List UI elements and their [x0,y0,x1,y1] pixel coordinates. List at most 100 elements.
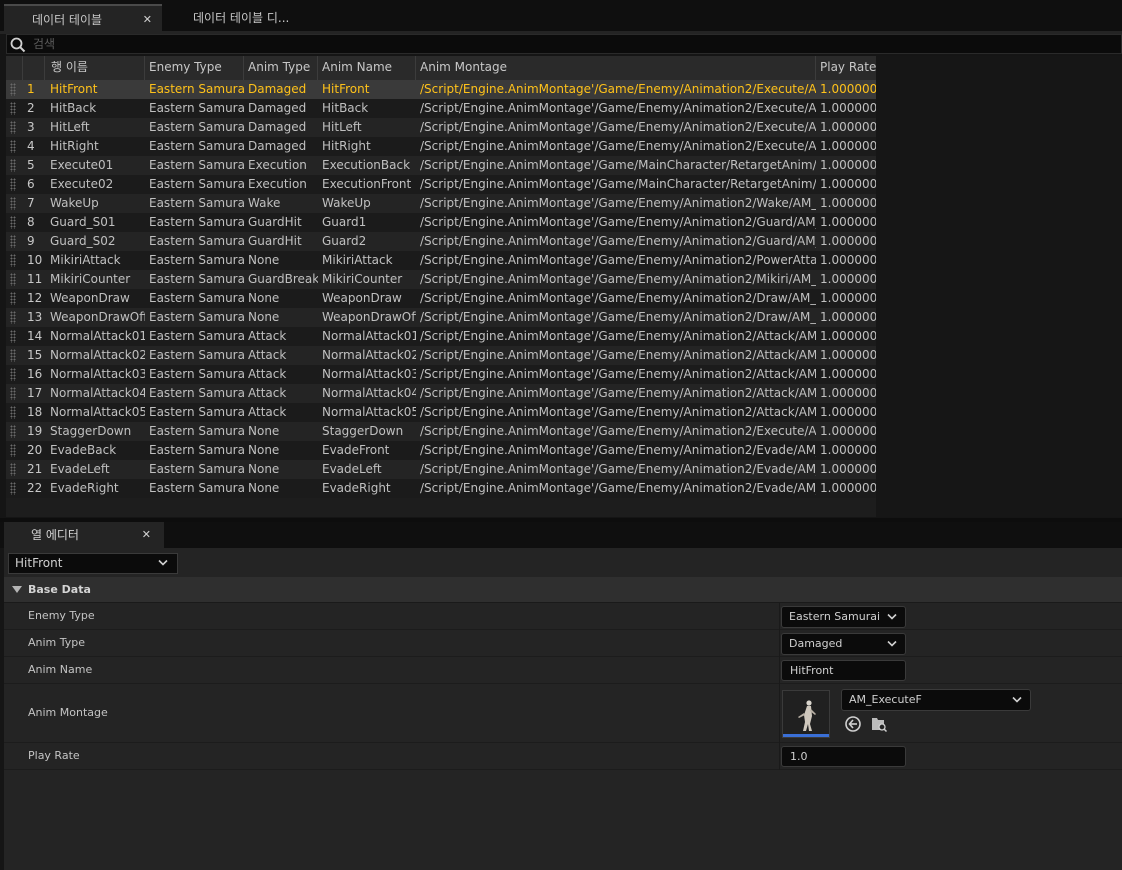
table-row[interactable]: 15 NormalAttack02 Eastern Samurai Attack Nor… [6,346,876,365]
row-grip-icon[interactable] [10,159,16,172]
row-grip-icon[interactable] [10,102,16,115]
close-icon[interactable]: ✕ [142,522,151,548]
table-row[interactable]: 21 EvadeLeft Eastern Samurai None EvadeLeft /… [6,460,876,479]
row-grip-icon[interactable] [10,330,16,343]
header-play-rate[interactable]: Play Rate [816,56,876,80]
tab-data-table-details[interactable]: 데이터 테이블 디... [165,4,325,34]
cell-index: 9 [27,234,35,248]
anim-type-dropdown[interactable]: Damaged [781,633,906,655]
row-grip-icon[interactable] [10,235,16,248]
table-row[interactable]: 2 HitBack Eastern Samurai Damaged HitBack/Sc… [6,99,876,118]
cell-anim-montage: /Script/Engine.AnimMontage'/Game/Enemy/A… [420,481,816,495]
cell-enemy-type: Eastern Samurai [149,120,244,134]
row-grip-icon[interactable] [10,311,16,324]
column-divider[interactable] [779,603,780,770]
table-row[interactable]: 1 HitFront Eastern Samurai Damaged HitFront /… [6,80,876,99]
table-row[interactable]: 13 WeaponDrawOff Eastern Samurai None Weapon… [6,308,876,327]
row-grip-icon[interactable] [10,216,16,229]
row-grip-icon[interactable] [10,178,16,191]
table-row[interactable]: 17 NormalAttack04 Eastern Samurai Attack Nor… [6,384,876,403]
table-row[interactable]: 16 NormalAttack03 Eastern Samurai Attack Nor… [6,365,876,384]
row-grip-icon[interactable] [10,273,16,286]
table-row[interactable]: 20 EvadeBack Eastern Samurai None EvadeFront… [6,441,876,460]
header-anim-type[interactable]: Anim Type [244,56,318,80]
cell-anim-name: EvadeLeft [322,462,382,476]
table-row[interactable]: 12 WeaponDraw Eastern Samurai None WeaponDra… [6,289,876,308]
close-icon[interactable]: ✕ [143,6,152,34]
cell-row-name: Guard_S01 [50,215,116,229]
cell-anim-montage: /Script/Engine.AnimMontage'/Game/Enemy/A… [420,462,816,476]
table-row[interactable]: 5 Execute01 Eastern Samurai Execution Execut… [6,156,876,175]
row-grip-icon[interactable] [10,349,16,362]
row-selector-dropdown[interactable]: HitFront [8,553,178,574]
row-grip-icon[interactable] [10,197,16,210]
chevron-down-icon [158,559,168,566]
collapse-triangle-icon[interactable] [12,586,22,593]
cell-enemy-type: Eastern Samurai [149,82,244,96]
cell-anim-montage: /Script/Engine.AnimMontage'/Game/MainCha… [420,158,816,172]
tab-label: 열 에디터 [31,528,79,542]
table-row[interactable]: 3 HitLeft Eastern Samurai Damaged HitLeft/Sc… [6,118,876,137]
row-grip-icon[interactable] [10,463,16,476]
table-row[interactable]: 6 Execute02 Eastern Samurai Execution Execut… [6,175,876,194]
cell-index: 10 [27,253,43,267]
cell-play-rate: 1.000000 [820,424,876,438]
play-rate-field[interactable]: 1.0 [781,746,906,767]
cell-anim-montage: /Script/Engine.AnimMontage'/Game/Enemy/A… [420,139,816,153]
row-grip-icon[interactable] [10,482,16,495]
cell-anim-type: Attack [248,329,287,343]
cell-row-name: NormalAttack02 [50,348,145,362]
table-row[interactable]: 8 Guard_S01 Eastern Samurai GuardHit Guard1 /… [6,213,876,232]
cell-anim-montage: /Script/Engine.AnimMontage'/Game/Enemy/A… [420,234,816,248]
browse-asset-icon[interactable] [870,715,888,733]
cell-row-name: WeaponDrawOff [50,310,145,324]
header-anim-montage[interactable]: Anim Montage [416,56,816,80]
row-grip-icon[interactable] [10,406,16,419]
row-grip-icon[interactable] [10,292,16,305]
asset-thumbnail[interactable] [782,690,830,738]
table-row[interactable]: 22 EvadeRight Eastern Samurai None EvadeRigh… [6,479,876,498]
prop-anim-name: Anim Name HitFront [4,657,1122,684]
cell-anim-name: ExecutionBack [322,158,411,172]
table-row[interactable]: 18 NormalAttack05 Eastern Samurai Attack Nor… [6,403,876,422]
cell-anim-type: GuardHit [248,234,302,248]
table-row[interactable]: 9 Guard_S02 Eastern Samurai GuardHit Guard2 /… [6,232,876,251]
cell-anim-type: None [248,443,280,457]
cell-anim-type: Damaged [248,120,307,134]
table-row[interactable]: 19 StaggerDown Eastern Samurai None StaggerD… [6,422,876,441]
table-row[interactable]: 7 WakeUp Eastern Samurai Wake WakeUp/Script/… [6,194,876,213]
header-enemy-type[interactable]: Enemy Type [145,56,244,80]
table-row[interactable]: 11 MikiriCounter Eastern Samurai GuardBreak… [6,270,876,289]
cell-play-rate: 1.000000 [820,481,876,495]
cell-anim-montage: /Script/Engine.AnimMontage'/Game/Enemy/A… [420,443,816,457]
table-row[interactable]: 10 MikiriAttack Eastern Samurai None MikiriA… [6,251,876,270]
row-grip-icon[interactable] [10,425,16,438]
anim-name-field[interactable]: HitFront [781,660,906,681]
enemy-type-dropdown[interactable]: Eastern Samurai [781,606,906,628]
header-anim-name[interactable]: Anim Name [318,56,416,80]
row-grip-icon[interactable] [10,444,16,457]
anim-montage-asset-picker[interactable]: AM_ExecuteF [841,689,1031,711]
cell-anim-type: Execution [248,158,307,172]
row-grip-icon[interactable] [10,121,16,134]
cell-enemy-type: Eastern Samurai [149,272,244,286]
row-grip-icon[interactable] [10,254,16,267]
table-empty-area [876,56,1122,517]
table-row[interactable]: 4 HitRight Eastern Samurai Damaged HitRight /… [6,137,876,156]
row-grip-icon[interactable] [10,387,16,400]
row-grip-icon[interactable] [10,140,16,153]
header-row-name[interactable]: 행 이름 [45,56,145,80]
category-base-data[interactable]: Base Data [4,577,1122,603]
anim-montage-value: AM_ExecuteF [849,693,922,706]
row-grip-icon[interactable] [10,368,16,381]
use-selected-asset-icon[interactable] [844,715,862,733]
cell-enemy-type: Eastern Samurai [149,348,244,362]
row-grip-icon[interactable] [10,83,16,96]
search-input[interactable] [33,35,933,53]
cell-anim-montage: /Script/Engine.AnimMontage'/Game/Enemy/A… [420,348,816,362]
tab-row-editor[interactable]: 열 에디터 ✕ [4,522,164,548]
table-row[interactable]: 14 NormalAttack01 Eastern Samurai Attack Nor… [6,327,876,346]
tab-data-table[interactable]: 데이터 테이블 ✕ [4,4,162,34]
cell-anim-montage: /Script/Engine.AnimMontage'/Game/Enemy/A… [420,386,816,400]
cell-anim-type: Damaged [248,82,307,96]
